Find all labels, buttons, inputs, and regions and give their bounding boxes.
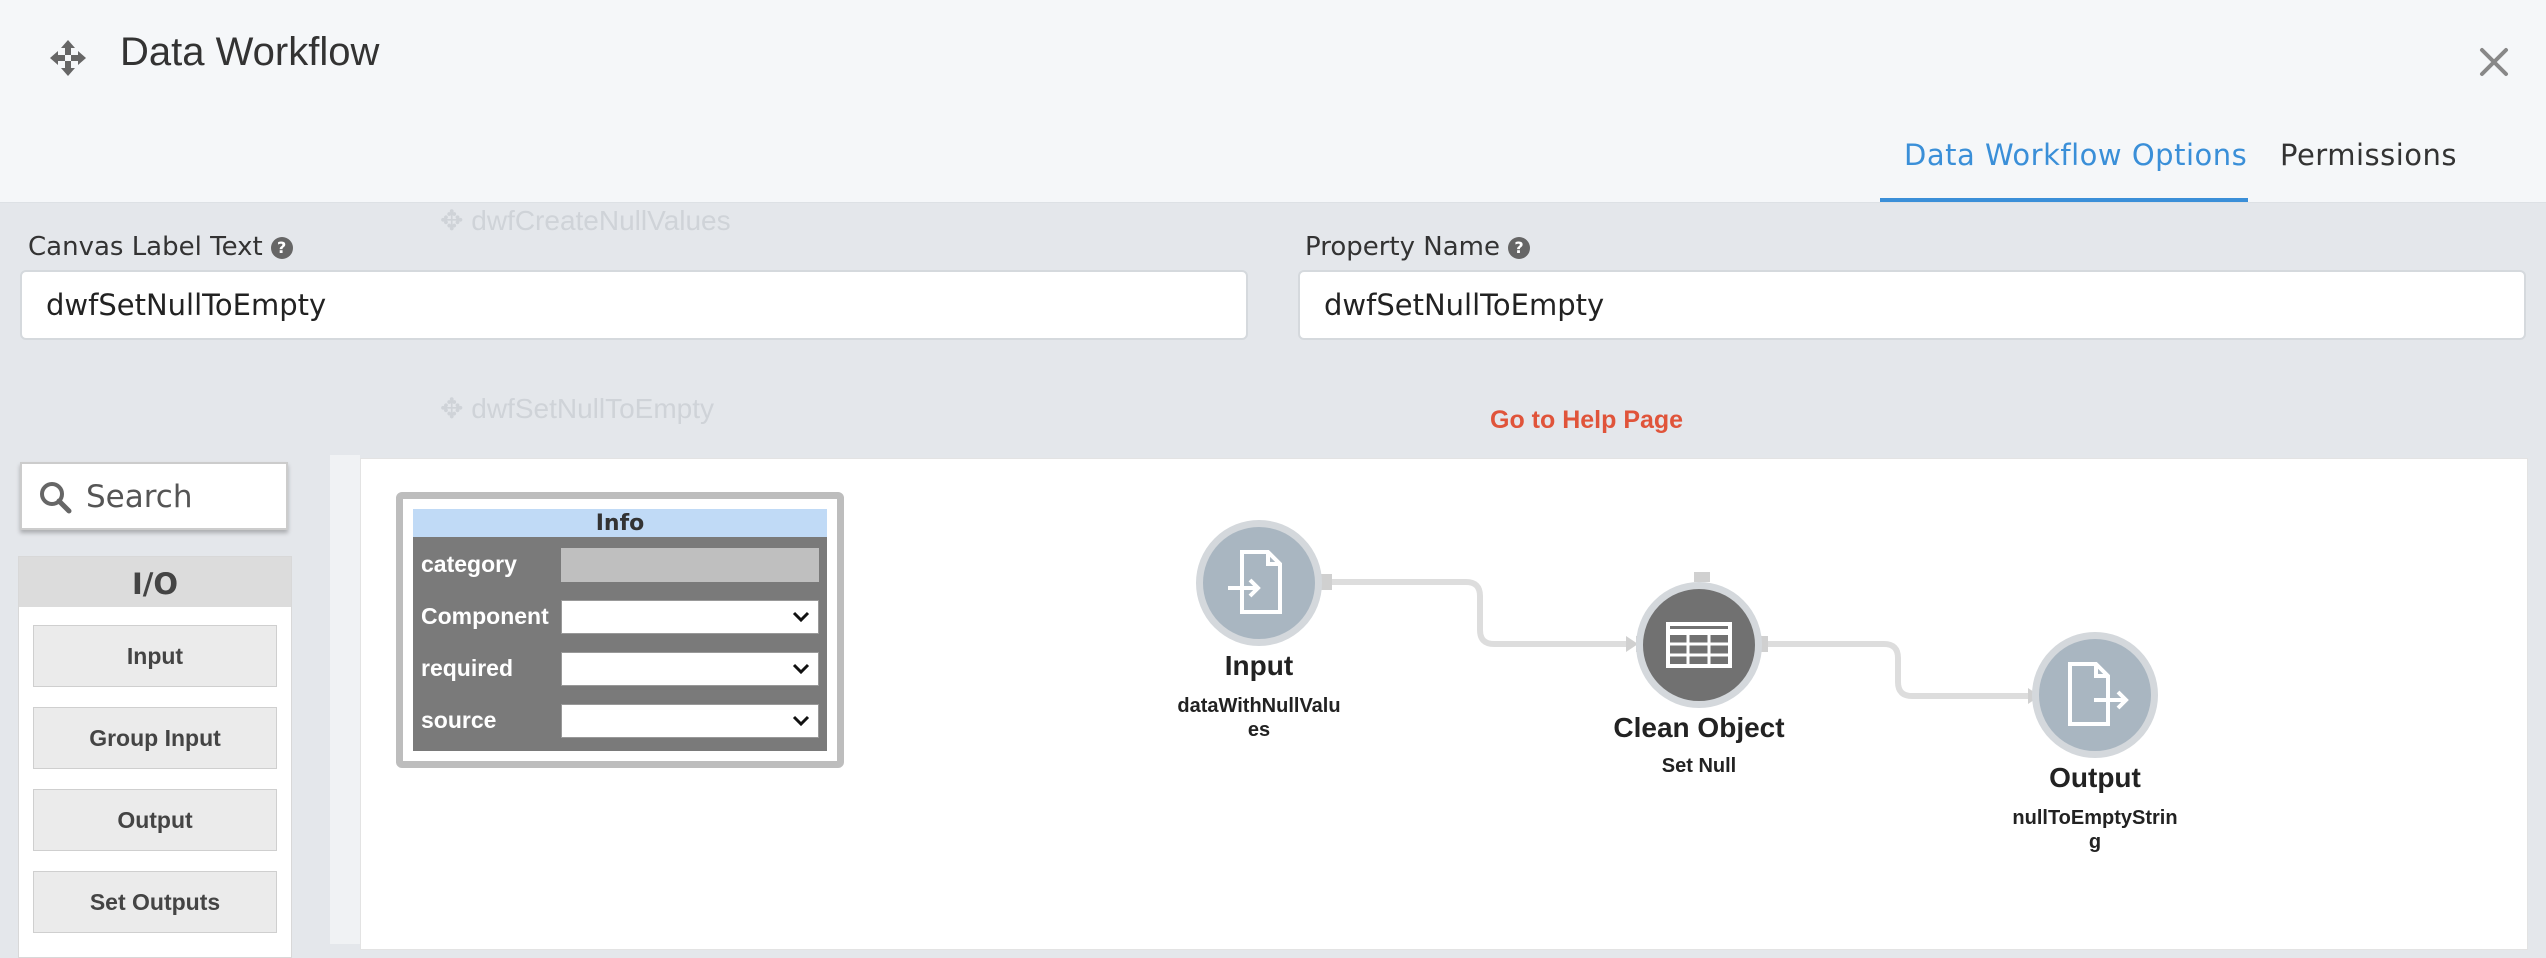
connection-wire [1762,641,2030,699]
node-port [1694,572,1710,582]
node-subtitle: dataWithNullValues [1177,695,1341,741]
file-export-icon [2068,662,2129,726]
connection-wire [1328,579,1628,647]
node-subtitle: nullToEmptyString [2012,807,2178,853]
workflow-connections [1320,572,2048,704]
node-subtitle: Set Null [1661,755,1737,777]
table-icon [1666,622,1732,668]
node-circle[interactable] [1636,582,1762,708]
node-circle[interactable] [1196,520,1322,646]
node-title: Clean Object [1613,712,1785,743]
node-title: Output [2049,762,2141,793]
node-title: Input [1224,650,1294,681]
node-circle[interactable] [2032,632,2158,758]
file-import-icon [1228,550,1282,614]
